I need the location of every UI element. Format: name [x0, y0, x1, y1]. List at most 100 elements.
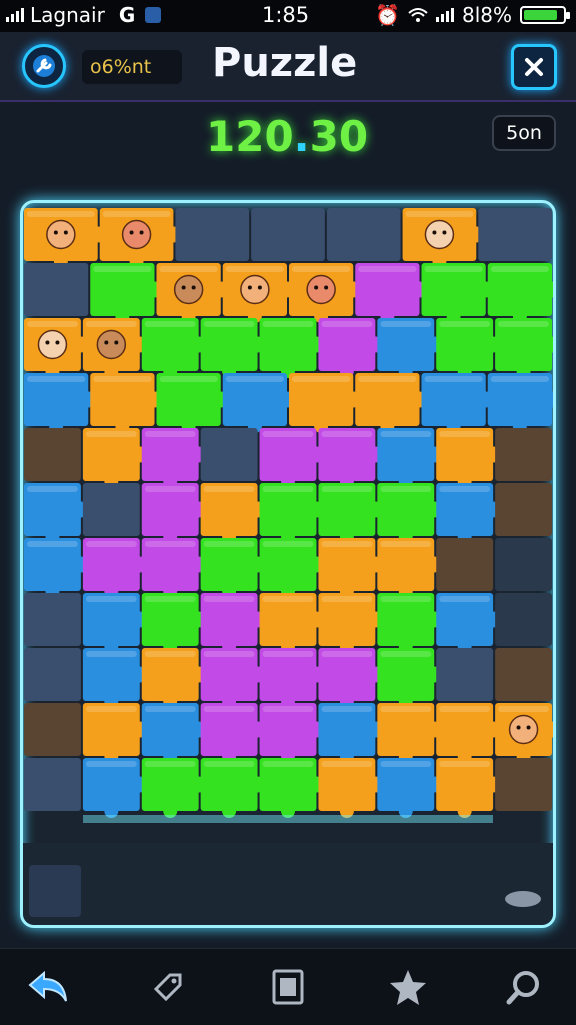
puzzle-piece[interactable] [200, 648, 266, 708]
puzzle-piece[interactable] [259, 703, 325, 763]
puzzle-piece[interactable] [421, 373, 494, 433]
puzzle-piece[interactable] [90, 373, 163, 433]
back-button[interactable] [20, 961, 76, 1013]
puzzle-piece[interactable] [289, 373, 362, 433]
puzzle-piece[interactable] [82, 648, 148, 708]
puzzle-piece[interactable] [318, 538, 384, 598]
puzzle-piece[interactable] [436, 703, 502, 763]
puzzle-piece[interactable] [377, 648, 443, 708]
puzzle-piece[interactable] [377, 593, 443, 653]
puzzle-piece[interactable] [24, 208, 106, 268]
puzzle-piece[interactable] [377, 428, 443, 488]
puzzle-piece[interactable] [200, 428, 258, 481]
puzzle-piece[interactable] [377, 538, 443, 598]
puzzle-piece[interactable] [402, 208, 485, 268]
puzzle-piece[interactable] [251, 208, 325, 261]
puzzle-piece[interactable] [436, 593, 502, 653]
puzzle-piece[interactable] [495, 428, 552, 481]
puzzle-piece[interactable] [495, 483, 552, 536]
puzzle-piece[interactable] [200, 318, 266, 378]
puzzle-piece[interactable] [355, 373, 428, 433]
puzzle-piece[interactable] [141, 483, 207, 543]
puzzle-piece[interactable] [175, 208, 250, 261]
puzzle-piece[interactable] [200, 703, 266, 763]
puzzle-piece[interactable] [478, 208, 552, 261]
puzzle-piece[interactable] [156, 263, 229, 323]
puzzle-piece[interactable] [24, 758, 81, 811]
puzzle-piece[interactable] [200, 758, 266, 818]
puzzle-piece[interactable] [82, 758, 148, 818]
puzzle-piece[interactable] [141, 648, 207, 708]
cards-button[interactable] [260, 961, 316, 1013]
puzzle-piece[interactable] [24, 428, 81, 481]
puzzle-piece[interactable] [421, 263, 494, 323]
puzzle-piece[interactable] [259, 758, 325, 818]
puzzle-piece[interactable] [222, 373, 295, 433]
puzzle-piece[interactable] [259, 318, 325, 378]
puzzle-piece[interactable] [82, 593, 148, 653]
puzzle-piece[interactable] [318, 758, 384, 818]
puzzle-board[interactable] [20, 200, 556, 928]
puzzle-piece[interactable] [24, 483, 89, 543]
puzzle-piece[interactable] [495, 758, 552, 811]
close-button[interactable] [511, 44, 557, 90]
puzzle-piece[interactable] [24, 538, 89, 598]
puzzle-piece[interactable] [82, 538, 148, 598]
puzzle-piece[interactable] [495, 703, 553, 763]
settings-button[interactable] [22, 44, 66, 88]
puzzle-piece[interactable] [436, 318, 502, 378]
puzzle-piece[interactable] [24, 373, 97, 433]
puzzle-piece[interactable] [377, 483, 443, 543]
puzzle-piece[interactable] [24, 318, 89, 378]
puzzle-piece[interactable] [289, 263, 362, 323]
puzzle-piece[interactable] [436, 428, 502, 488]
puzzle-piece[interactable] [141, 428, 207, 488]
puzzle-piece[interactable] [436, 483, 502, 543]
puzzle-piece[interactable] [200, 538, 266, 598]
puzzle-piece[interactable] [318, 428, 384, 488]
puzzle-piece[interactable] [487, 373, 553, 433]
puzzle-piece[interactable] [82, 483, 140, 536]
puzzle-piece[interactable] [90, 263, 163, 323]
puzzle-piece[interactable] [141, 593, 207, 653]
puzzle-piece[interactable] [377, 758, 443, 818]
puzzle-piece[interactable] [24, 263, 89, 316]
puzzle-piece[interactable] [318, 483, 384, 543]
puzzle-piece[interactable] [156, 373, 229, 433]
puzzle-piece[interactable] [82, 428, 148, 488]
puzzle-piece[interactable] [377, 703, 443, 763]
puzzle-piece[interactable] [355, 263, 428, 323]
puzzle-piece[interactable] [24, 703, 81, 756]
puzzle-piece[interactable] [318, 593, 384, 653]
puzzle-piece[interactable] [436, 648, 494, 701]
puzzle-piece[interactable] [82, 318, 148, 378]
puzzle-piece[interactable] [436, 758, 502, 818]
puzzle-piece[interactable] [318, 318, 384, 378]
puzzle-piece[interactable] [495, 593, 552, 646]
puzzle-piece[interactable] [141, 758, 207, 818]
puzzle-grid[interactable] [23, 203, 553, 925]
puzzle-piece[interactable] [495, 538, 552, 591]
puzzle-piece[interactable] [99, 208, 182, 268]
puzzle-piece[interactable] [259, 538, 325, 598]
puzzle-piece[interactable] [259, 593, 325, 653]
puzzle-piece[interactable] [200, 483, 266, 543]
puzzle-piece[interactable] [495, 318, 553, 378]
puzzle-piece[interactable] [318, 648, 384, 708]
puzzle-piece[interactable] [495, 648, 552, 701]
puzzle-piece[interactable] [141, 538, 207, 598]
tag-button[interactable] [140, 961, 196, 1013]
puzzle-piece[interactable] [436, 538, 494, 591]
puzzle-piece[interactable] [487, 263, 553, 323]
puzzle-piece[interactable] [141, 703, 207, 763]
puzzle-piece[interactable] [82, 703, 148, 763]
search-button[interactable] [496, 961, 552, 1013]
favorites-button[interactable] [380, 961, 436, 1013]
puzzle-piece[interactable] [200, 593, 266, 653]
puzzle-piece[interactable] [24, 593, 81, 646]
puzzle-piece[interactable] [24, 648, 81, 701]
puzzle-piece[interactable] [326, 208, 401, 261]
puzzle-piece[interactable] [259, 428, 325, 488]
puzzle-piece[interactable] [141, 318, 207, 378]
puzzle-piece[interactable] [377, 318, 443, 378]
